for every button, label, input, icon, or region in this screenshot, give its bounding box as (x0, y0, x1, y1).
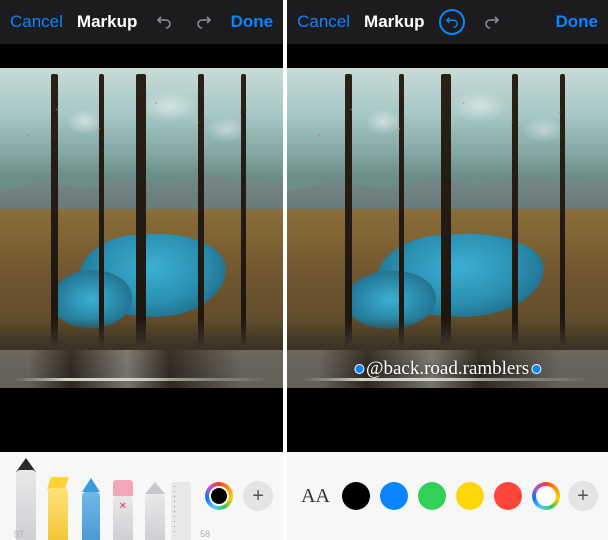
done-button[interactable]: Done (556, 12, 599, 32)
markup-pane-palette: Cancel Markup Done @back (287, 0, 608, 540)
undo-button[interactable] (151, 9, 177, 35)
swatch-blue[interactable] (380, 482, 408, 510)
hint-number: 97 (14, 529, 24, 539)
done-button[interactable]: Done (231, 12, 274, 32)
color-swatches (342, 482, 560, 510)
redo-button[interactable] (479, 9, 505, 35)
undo-icon (445, 15, 459, 29)
redo-icon (196, 14, 212, 30)
selection-handle-left[interactable] (354, 364, 364, 374)
selection-handle-right[interactable] (531, 364, 541, 374)
pen-tool[interactable] (10, 458, 42, 540)
redo-icon (484, 14, 500, 30)
header: Cancel Markup Done (0, 0, 283, 44)
add-tool-button[interactable]: + (243, 481, 273, 511)
photo[interactable]: @back.road.ramblers (287, 68, 608, 388)
letterbox-bottom (0, 388, 283, 452)
watermark-text[interactable]: @back.road.ramblers (354, 358, 541, 380)
redo-button[interactable] (191, 9, 217, 35)
page-title: Markup (77, 12, 137, 32)
swatch-green[interactable] (418, 482, 446, 510)
letterbox-top (0, 44, 283, 68)
header: Cancel Markup Done (287, 0, 608, 44)
cancel-button[interactable]: Cancel (297, 12, 350, 32)
eraser-tool[interactable]: × (107, 480, 139, 540)
lasso-tool[interactable] (139, 482, 171, 540)
canvas-area[interactable] (0, 44, 283, 452)
palette-toolbar: AA + (287, 452, 608, 540)
watermark-label: @back.road.ramblers (366, 358, 529, 380)
color-picker-button[interactable] (205, 482, 233, 510)
marker-tool[interactable] (42, 477, 74, 540)
pencil-tool[interactable] (74, 478, 106, 540)
hint-number: 58 (200, 529, 210, 539)
font-style-button[interactable]: AA (297, 485, 334, 508)
page-title: Markup (364, 12, 424, 32)
add-tool-button[interactable]: + (568, 481, 598, 511)
canvas-area[interactable]: @back.road.ramblers (287, 44, 608, 452)
tools-toolbar: × + 97 58 (0, 452, 283, 540)
letterbox-bottom (287, 388, 608, 452)
swatch-red[interactable] (494, 482, 522, 510)
color-picker-button[interactable] (532, 482, 560, 510)
swatch-black[interactable] (342, 482, 370, 510)
markup-pane-tools: Cancel Markup Done (0, 0, 283, 540)
undo-button[interactable] (439, 9, 465, 35)
cancel-button[interactable]: Cancel (10, 12, 63, 32)
swatch-yellow[interactable] (456, 482, 484, 510)
undo-icon (156, 14, 172, 30)
letterbox-top (287, 44, 608, 68)
ruler-tool[interactable] (171, 482, 191, 540)
photo[interactable] (0, 68, 283, 388)
